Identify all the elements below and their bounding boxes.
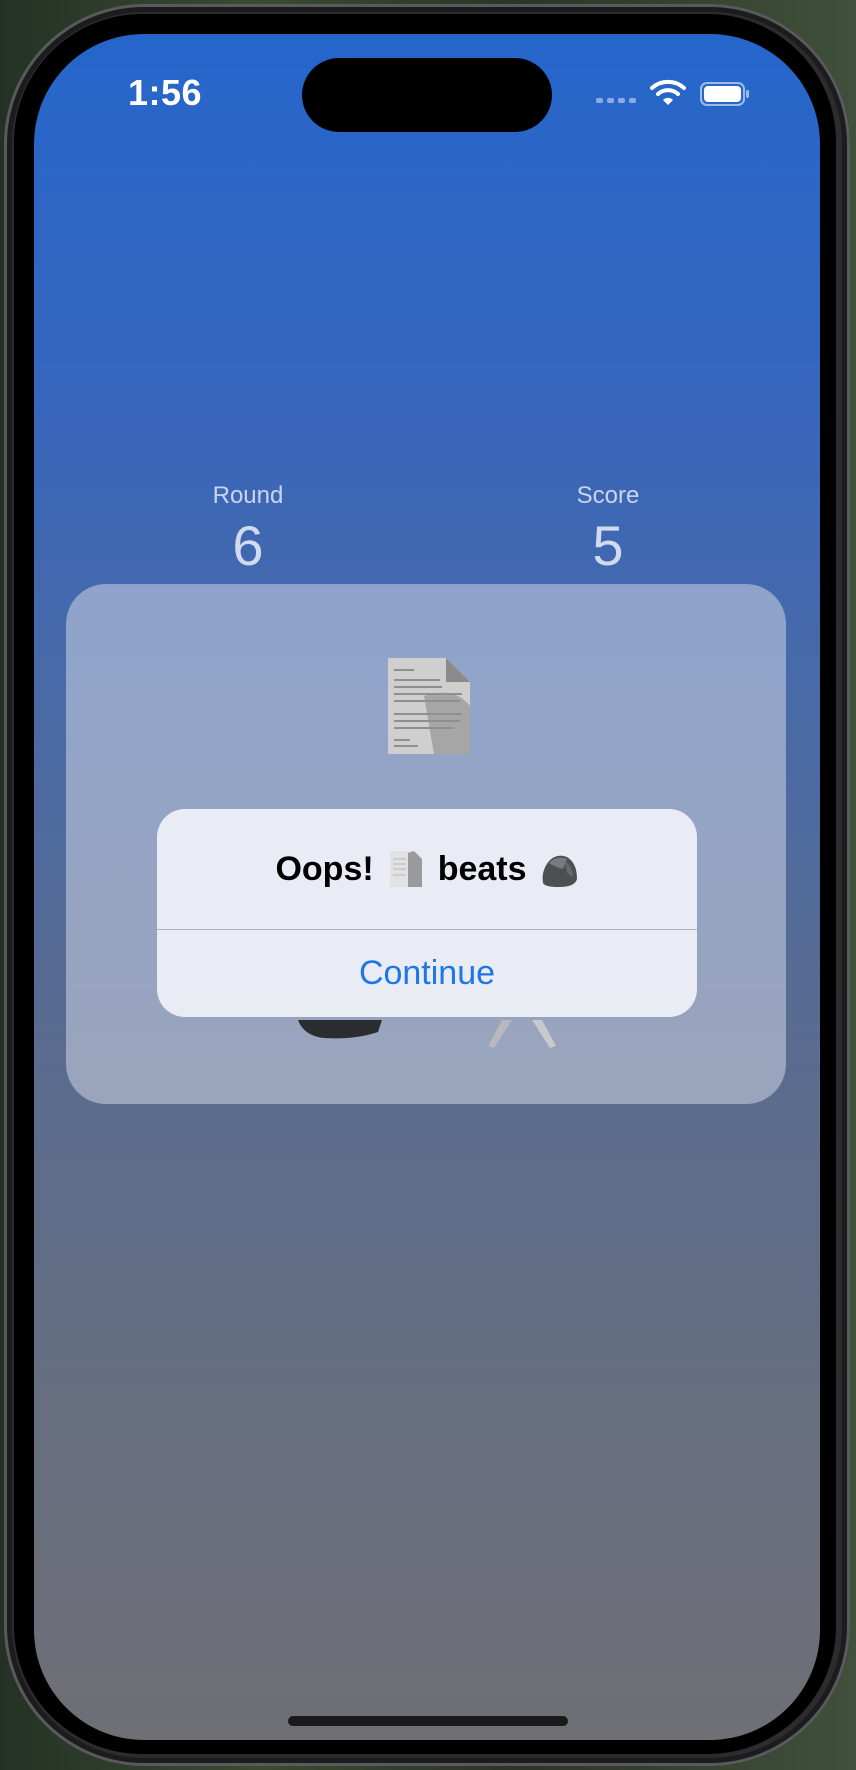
status-time: 1:56 (128, 72, 203, 113)
score-label: Score (576, 482, 640, 509)
battery-icon (700, 82, 749, 106)
rock-icon (542, 855, 577, 887)
score-value: 5 (592, 514, 624, 577)
computer-choice-paper-icon (388, 658, 470, 754)
alert-title-prefix: Oops! (275, 849, 374, 888)
paper-document-icon (389, 851, 422, 887)
alert-title: Oops! beats (157, 809, 697, 929)
continue-button[interactable]: Continue (157, 930, 697, 1017)
result-alert: Oops! beats Continue (157, 809, 697, 1017)
home-indicator[interactable] (288, 1716, 568, 1726)
alert-title-beats: beats (437, 849, 527, 888)
rock-choice-button[interactable] (294, 1020, 386, 1040)
score-stat: Score 5 (508, 482, 708, 576)
round-label: Round (212, 482, 284, 509)
round-stat: Round 6 (148, 482, 348, 576)
scissors-choice-button[interactable] (484, 1020, 560, 1050)
app-screen: 1:56 Round 6 Score 5 Oops! beats Continu… (34, 34, 820, 1740)
dynamic-island (302, 58, 552, 132)
wifi-icon (650, 79, 686, 105)
round-value: 6 (232, 514, 264, 577)
cellular-signal-icon (596, 98, 636, 103)
